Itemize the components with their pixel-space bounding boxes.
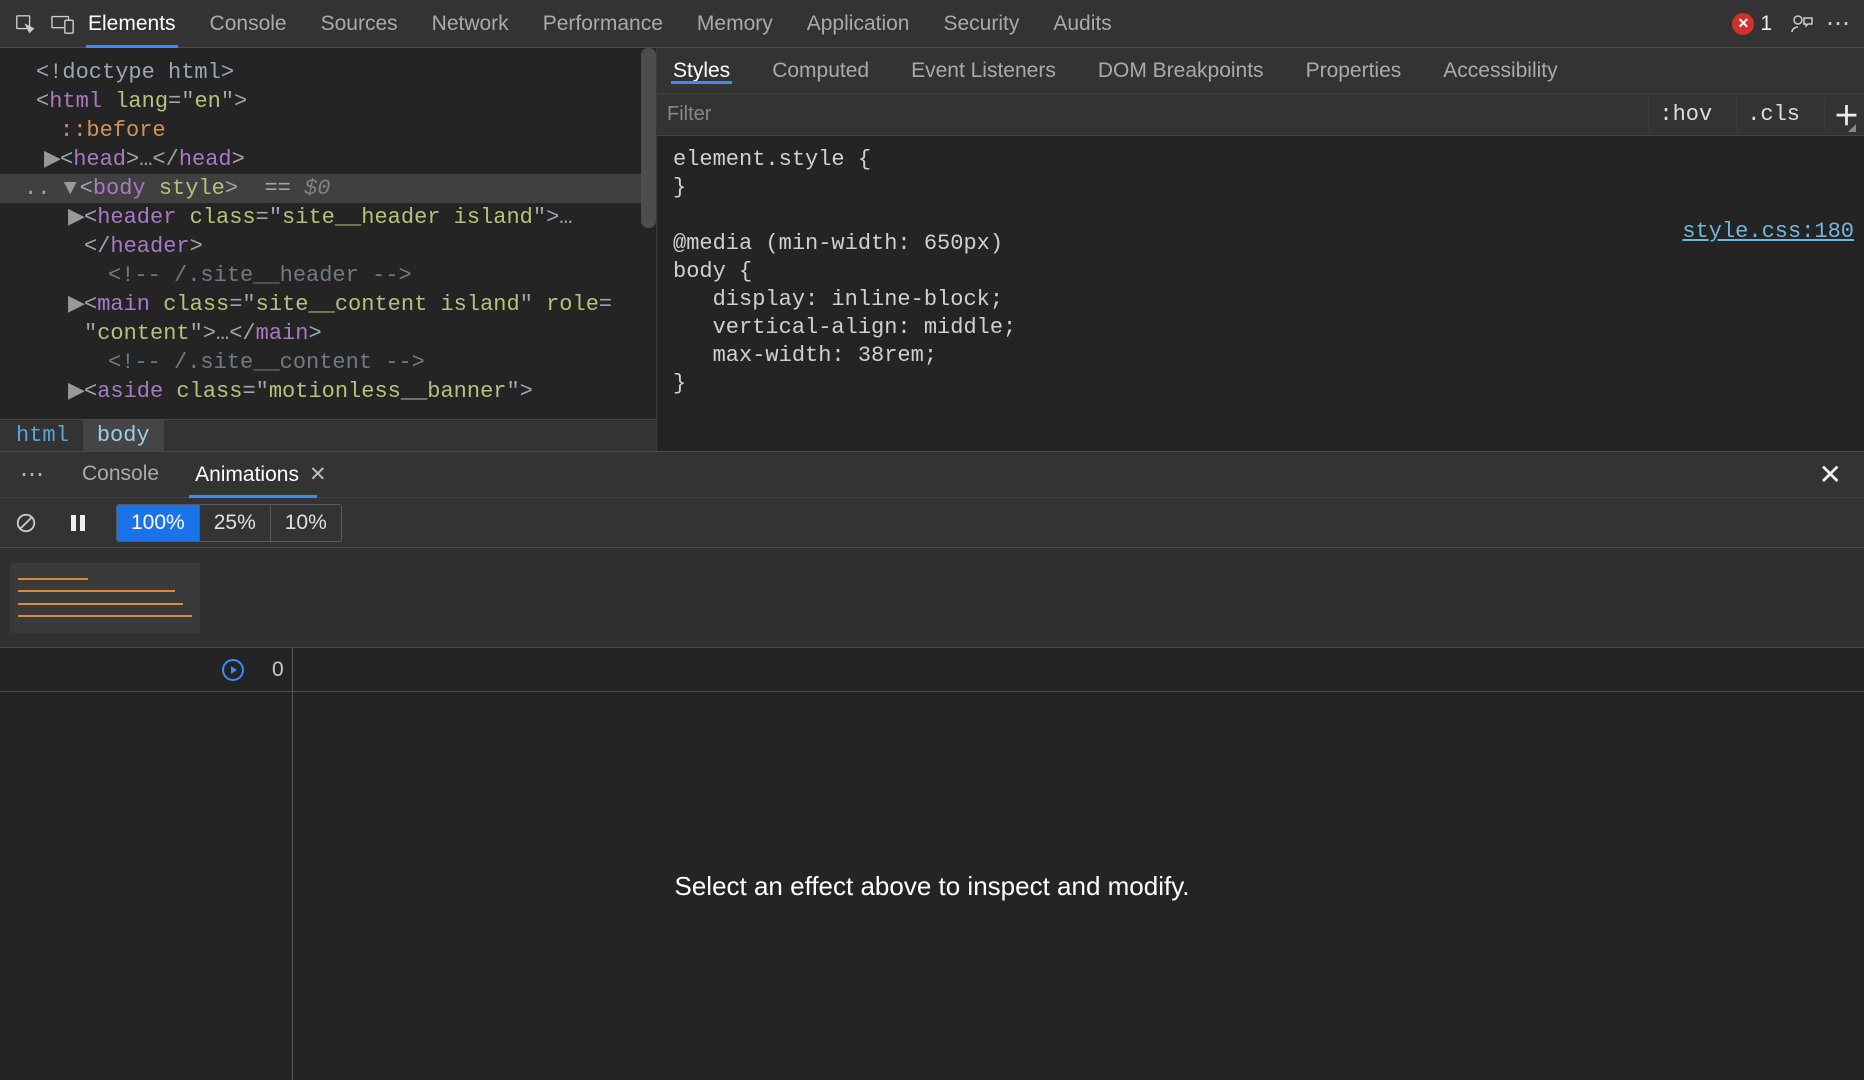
device-toolbar-icon[interactable] <box>44 5 82 43</box>
dom-tree[interactable]: <!doctype html><html lang="en">::before▶… <box>0 48 656 419</box>
subtab-accessibility[interactable]: Accessibility <box>1441 59 1559 83</box>
subtab-properties[interactable]: Properties <box>1304 59 1404 83</box>
subtab-dom-breakpoints[interactable]: DOM Breakpoints <box>1096 59 1266 83</box>
dom-row[interactable]: <!-- /.site__content --> <box>20 348 648 377</box>
styles-panel[interactable]: style.css:180 element.style {} @media (m… <box>657 136 1864 451</box>
close-icon[interactable]: ✕ <box>309 463 327 486</box>
pause-button[interactable] <box>64 509 92 537</box>
dom-row[interactable]: ::before <box>20 116 648 145</box>
dom-row[interactable]: ▶<header class="site__header island">… <box>20 203 648 232</box>
tab-security[interactable]: Security <box>941 0 1021 47</box>
drawer-more-icon[interactable]: ⋯ <box>10 460 56 489</box>
rule-selector[interactable]: body { <box>673 258 1848 286</box>
dom-row[interactable]: "content">…</main> <box>20 319 648 348</box>
declaration-display[interactable]: display: inline-block; <box>673 286 1848 314</box>
breadcrumb-html[interactable]: html <box>2 419 83 452</box>
inspect-element-icon[interactable] <box>6 5 44 43</box>
tab-audits[interactable]: Audits <box>1051 0 1113 47</box>
drawer-close-button[interactable]: ✕ <box>1807 458 1854 491</box>
dom-row[interactable]: <!doctype html> <box>20 58 648 87</box>
error-count: 1 <box>1760 12 1772 36</box>
drawer-tab-animations[interactable]: Animations✕ <box>177 452 345 497</box>
error-icon: ✕ <box>1732 13 1754 35</box>
dom-row[interactable]: .. ▼<body style> == $0 <box>0 174 648 203</box>
rule-media: @media (min-width: 650px) <box>673 230 1848 258</box>
clear-animations-button[interactable] <box>12 509 40 537</box>
dom-row[interactable]: <html lang="en"> <box>20 87 648 116</box>
dom-row[interactable]: ▶<aside class="motionless__banner"> <box>20 377 648 406</box>
scrollbar[interactable] <box>641 48 656 228</box>
speed-100%[interactable]: 100% <box>117 505 200 541</box>
dom-row[interactable]: ▶<main class="site__content island" role… <box>20 290 648 319</box>
timeline-play-icon[interactable] <box>222 659 244 681</box>
tab-network[interactable]: Network <box>430 0 511 47</box>
declaration-max-width[interactable]: max-width: 38rem; <box>673 342 1848 370</box>
new-style-rule-button[interactable]: ＋ <box>1824 100 1854 130</box>
tab-application[interactable]: Application <box>805 0 912 47</box>
subtab-computed[interactable]: Computed <box>770 59 871 83</box>
tab-performance[interactable]: Performance <box>541 0 665 47</box>
timeline-cursor[interactable] <box>292 648 293 1080</box>
speed-10%[interactable]: 10% <box>271 505 341 541</box>
speed-25%[interactable]: 25% <box>200 505 271 541</box>
subtab-styles[interactable]: Styles <box>671 59 732 83</box>
cls-toggle[interactable]: .cls <box>1736 96 1810 133</box>
dom-row[interactable]: </header> <box>20 232 648 261</box>
dom-row[interactable]: ▶<head>…</head> <box>20 145 648 174</box>
tab-sources[interactable]: Sources <box>319 0 400 47</box>
declaration-vertical-align[interactable]: vertical-align: middle; <box>673 314 1848 342</box>
error-badge[interactable]: ✕ 1 <box>1732 12 1772 36</box>
breadcrumb-body[interactable]: body <box>83 419 164 452</box>
tab-memory[interactable]: Memory <box>695 0 775 47</box>
styles-filter-input[interactable] <box>667 100 1634 130</box>
rule-element-style[interactable]: element.style { <box>673 146 1848 174</box>
timeline-zero-label: 0 <box>272 658 284 682</box>
animation-timeline[interactable]: 0 <box>0 648 1864 692</box>
rule-source-link[interactable]: style.css:180 <box>1682 218 1854 246</box>
tab-elements[interactable]: Elements <box>86 0 178 47</box>
animations-empty-message: Select an effect above to inspect and mo… <box>0 692 1864 1080</box>
subtab-event-listeners[interactable]: Event Listeners <box>909 59 1058 83</box>
hov-toggle[interactable]: :hov <box>1648 96 1722 133</box>
more-menu-icon[interactable]: ⋯ <box>1820 5 1858 43</box>
animation-thumbnail[interactable] <box>10 563 200 633</box>
drawer-tab-console[interactable]: Console <box>64 452 177 497</box>
breadcrumb: htmlbody <box>0 419 656 451</box>
tab-console[interactable]: Console <box>208 0 289 47</box>
dom-row[interactable]: <!-- /.site__header --> <box>20 261 648 290</box>
feedback-icon[interactable] <box>1782 5 1820 43</box>
